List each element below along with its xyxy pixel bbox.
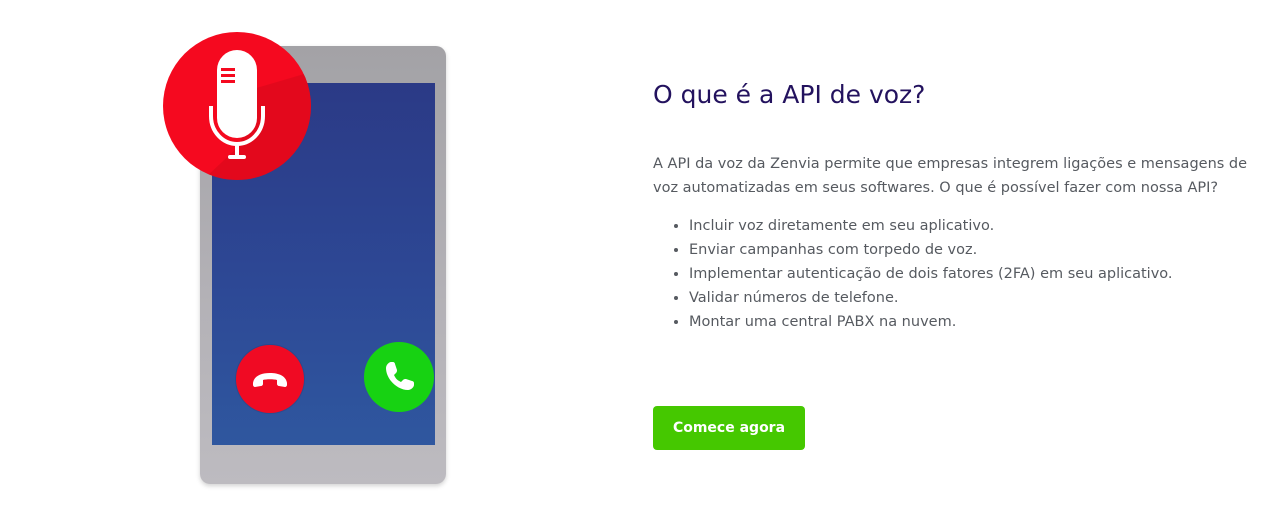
feature-item: Montar uma central PABX na nuvem. [689,310,1173,334]
microphone-icon [209,50,265,159]
feature-item: Implementar autenticação de dois fatores… [689,262,1173,286]
accept-call-icon [386,362,414,390]
accept-call-button [364,342,434,412]
get-started-button[interactable]: Comece agora [653,406,805,450]
section-intro: A API da voz da Zenvia permite que empre… [653,156,1248,196]
decline-call-button [236,345,304,413]
feature-item: Enviar campanhas com torpedo de voz. [689,238,1173,262]
feature-list: Incluir voz diretamente em seu aplicativ… [653,214,1173,334]
feature-item: Incluir voz diretamente em seu aplicativ… [689,214,1173,238]
microphone-badge [163,32,311,180]
section-title: O que é a API de voz? [653,80,926,109]
decline-call-icon [253,373,287,387]
feature-item: Validar números de telefone. [689,286,1173,310]
phone-call-illustration [0,0,560,518]
